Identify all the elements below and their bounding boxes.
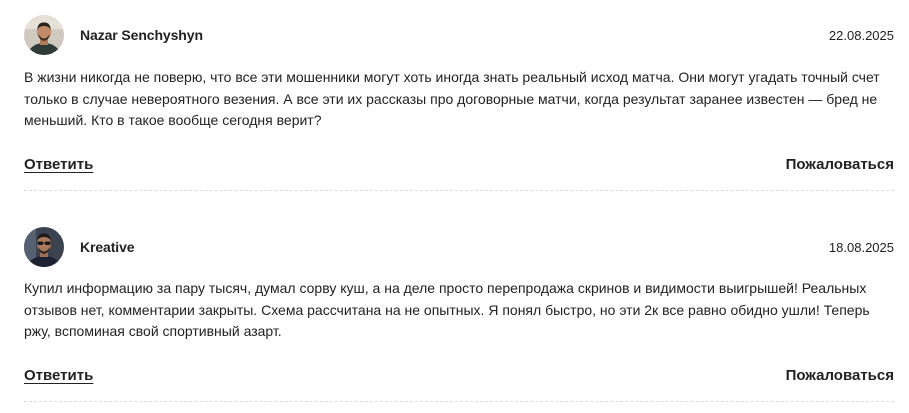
report-link[interactable]: Пожаловаться <box>786 367 894 384</box>
avatar-image <box>24 227 64 267</box>
comment: Kreative 18.08.2025 Купил информацию за … <box>24 227 894 343</box>
comment-author: Nazar Senchyshyn <box>80 27 203 43</box>
avatar <box>24 15 64 55</box>
avatar <box>24 227 64 267</box>
reply-link[interactable]: Ответить <box>24 367 93 384</box>
comment-actions: Ответить Пожаловаться <box>24 367 894 397</box>
comment-text: В жизни никогда не поверю, что все эти м… <box>24 69 880 128</box>
avatar-image <box>24 15 64 55</box>
comment-header: Nazar Senchyshyn 22.08.2025 <box>24 15 894 59</box>
report-link[interactable]: Пожаловаться <box>786 156 894 173</box>
comment-author: Kreative <box>80 239 135 255</box>
reply-link[interactable]: Ответить <box>24 156 93 173</box>
comment-actions: Ответить Пожаловаться <box>24 156 894 186</box>
comment-divider <box>24 401 894 402</box>
comment-divider <box>24 190 894 191</box>
comment-date: 18.08.2025 <box>828 240 894 255</box>
comment-date: 22.08.2025 <box>828 28 894 43</box>
comment-header: Kreative 18.08.2025 <box>24 227 894 271</box>
comment-text: Купил информацию за пару тысяч, думал со… <box>24 280 870 339</box>
comment: Nazar Senchyshyn 22.08.2025 В жизни нико… <box>24 15 894 132</box>
